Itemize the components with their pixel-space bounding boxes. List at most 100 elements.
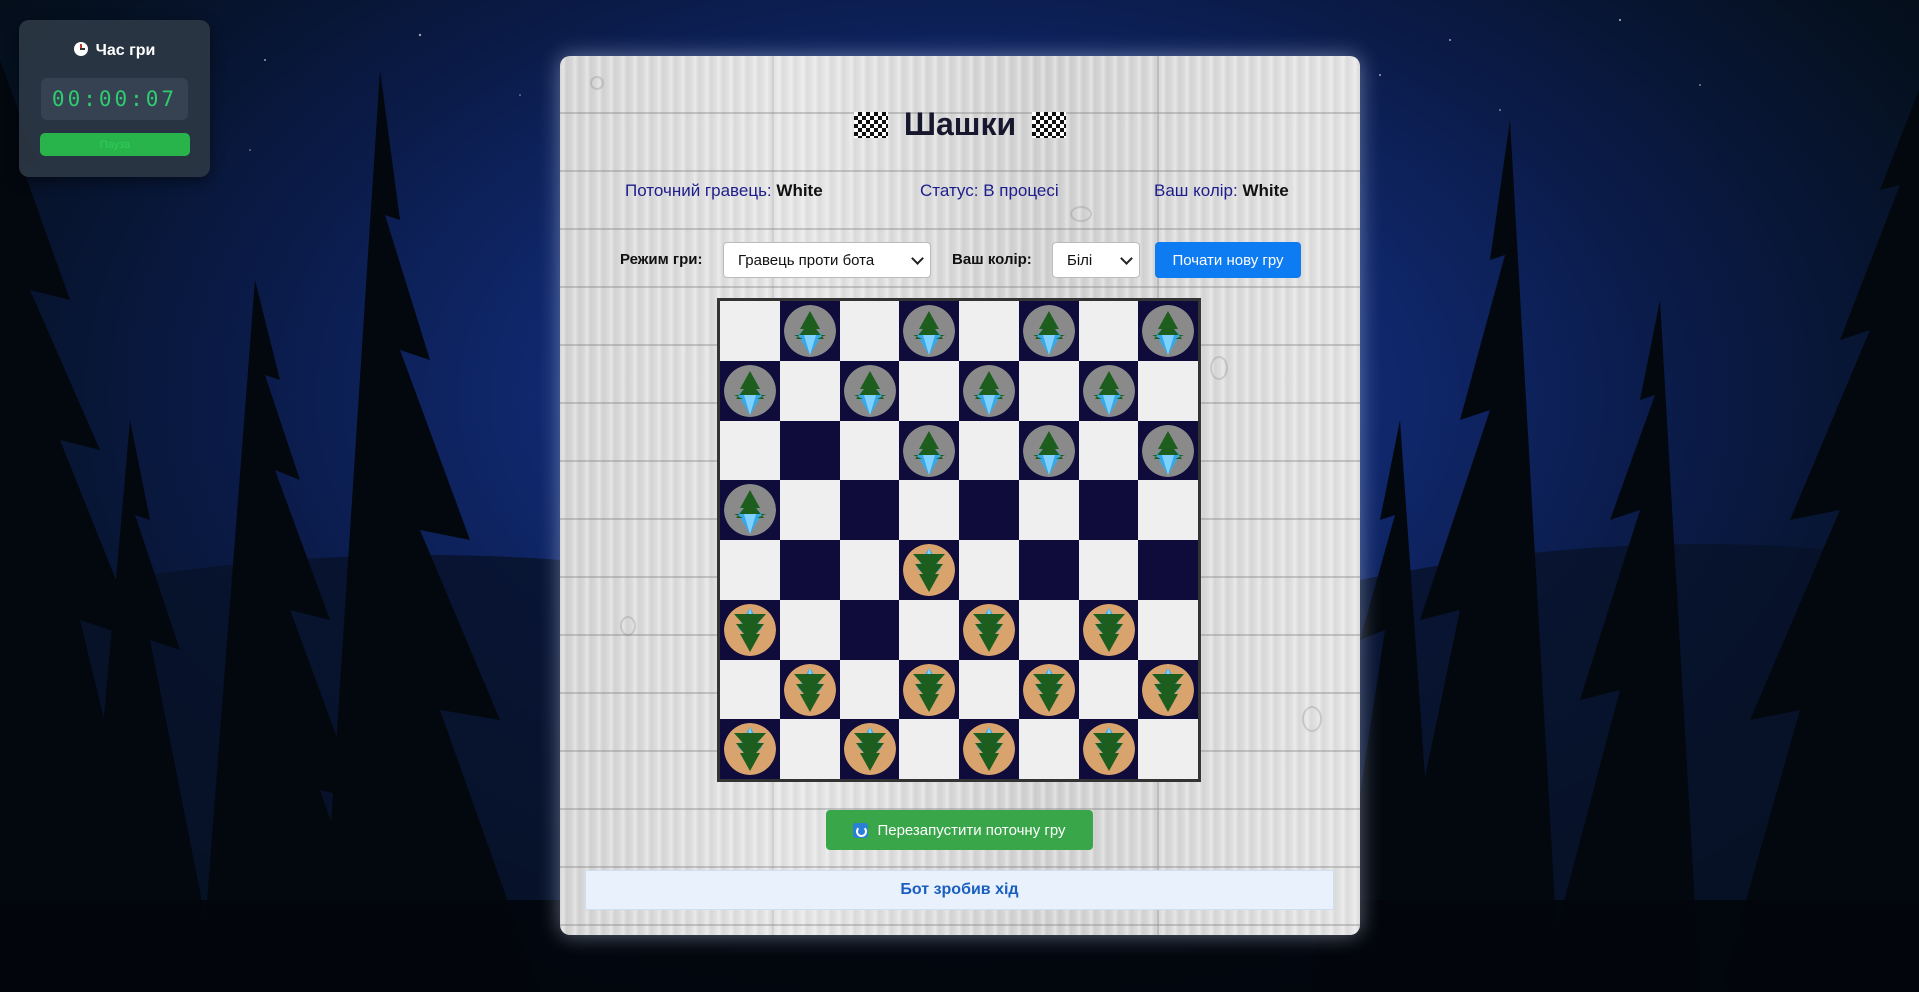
board-cell[interactable] (1078, 599, 1139, 660)
grey-checker-piece[interactable] (724, 484, 776, 537)
board-cell[interactable] (720, 540, 780, 600)
board-cell[interactable] (1078, 659, 1139, 720)
grey-checker-piece[interactable] (783, 305, 836, 357)
current-player-info: Поточний гравець: White (625, 181, 823, 201)
board-cell[interactable] (839, 719, 900, 779)
board-cell[interactable] (839, 480, 900, 540)
board-cell[interactable] (899, 719, 959, 779)
orange-checker-piece[interactable] (963, 723, 1015, 776)
board-cell[interactable] (720, 659, 780, 720)
board-cell[interactable] (779, 659, 840, 720)
board-cell[interactable] (779, 420, 840, 481)
board-cell[interactable] (779, 719, 840, 779)
orange-checker-piece[interactable] (903, 544, 956, 596)
board-cell[interactable] (839, 301, 900, 361)
board-cell[interactable] (720, 719, 780, 779)
current-player-value: White (776, 181, 823, 200)
board-cell[interactable] (1018, 420, 1079, 481)
orange-checker-piece[interactable] (724, 723, 776, 776)
board-cell[interactable] (779, 360, 840, 421)
board-cell[interactable] (1138, 480, 1198, 540)
board-cell[interactable] (1138, 301, 1198, 361)
restart-game-button[interactable]: Перезапустити поточну гру (826, 810, 1093, 850)
orange-checker-piece[interactable] (783, 663, 836, 716)
grey-checker-piece[interactable] (1022, 305, 1075, 357)
board-cell[interactable] (839, 540, 900, 600)
board-cell[interactable] (899, 659, 959, 720)
board-cell[interactable] (839, 360, 900, 421)
orange-checker-piece[interactable] (1082, 723, 1135, 776)
board-cell[interactable] (1018, 480, 1079, 540)
game-controls: Режим гри: Гравець проти бота Ваш колір:… (560, 242, 1360, 278)
grey-checker-piece[interactable] (963, 364, 1015, 417)
board-cell[interactable] (720, 360, 780, 421)
grey-checker-piece[interactable] (1082, 364, 1135, 417)
orange-checker-piece[interactable] (903, 663, 956, 716)
board-cell[interactable] (1078, 420, 1139, 481)
mode-select-value: Гравець проти бота (738, 251, 875, 269)
board-cell[interactable] (1138, 599, 1198, 660)
board-cell[interactable] (899, 599, 959, 660)
board-cell[interactable] (720, 301, 780, 361)
orange-checker-piece[interactable] (843, 723, 896, 776)
board-cell[interactable] (1018, 540, 1079, 600)
orange-checker-piece[interactable] (724, 603, 776, 656)
timer-pause-button[interactable]: Пауза (40, 133, 190, 156)
board-cell[interactable] (959, 719, 1019, 779)
orange-checker-piece[interactable] (1142, 663, 1195, 716)
board-cell[interactable] (720, 599, 780, 660)
board-cell[interactable] (1138, 719, 1198, 779)
board-cell[interactable] (1078, 301, 1139, 361)
grey-checker-piece[interactable] (843, 364, 896, 417)
mode-select[interactable]: Гравець проти бота (723, 242, 931, 278)
board-cell[interactable] (779, 540, 840, 600)
grey-checker-piece[interactable] (903, 424, 956, 477)
board-cell[interactable] (899, 540, 959, 600)
board-cell[interactable] (1138, 659, 1198, 720)
grey-checker-piece[interactable] (1142, 424, 1195, 477)
board-cell[interactable] (899, 301, 959, 361)
board-cell[interactable] (779, 480, 840, 540)
board-cell[interactable] (1138, 420, 1198, 481)
board-cell[interactable] (959, 659, 1019, 720)
board-cell[interactable] (720, 480, 780, 540)
board-cell[interactable] (899, 360, 959, 421)
grey-checker-piece[interactable] (903, 305, 956, 357)
grey-checker-piece[interactable] (1142, 305, 1195, 357)
board-cell[interactable] (720, 420, 780, 481)
color-select-value: Білі (1067, 251, 1093, 269)
board-cell[interactable] (1018, 659, 1079, 720)
orange-checker-piece[interactable] (1022, 663, 1075, 716)
board-cell[interactable] (839, 420, 900, 481)
board-cell[interactable] (1018, 360, 1079, 421)
board-cell[interactable] (839, 599, 900, 660)
board-cell[interactable] (1078, 480, 1139, 540)
color-select[interactable]: Білі (1052, 242, 1140, 278)
board-cell[interactable] (1138, 360, 1198, 421)
board-cell[interactable] (1138, 540, 1198, 600)
board-cell[interactable] (1078, 540, 1139, 600)
board-cell[interactable] (899, 480, 959, 540)
board-cell[interactable] (1018, 599, 1079, 660)
board-cell[interactable] (1018, 301, 1079, 361)
grey-checker-piece[interactable] (1022, 424, 1075, 477)
orange-checker-piece[interactable] (963, 603, 1015, 656)
board-cell[interactable] (839, 659, 900, 720)
board-cell[interactable] (959, 599, 1019, 660)
new-game-button[interactable]: Почати нову гру (1155, 242, 1301, 278)
board-cell[interactable] (1078, 719, 1139, 779)
board-cell[interactable] (779, 599, 840, 660)
board-cell[interactable] (959, 420, 1019, 481)
board-cell[interactable] (959, 540, 1019, 600)
board-cell[interactable] (899, 420, 959, 481)
orange-checker-piece[interactable] (1082, 603, 1135, 656)
checkered-flag-icon (1032, 112, 1067, 138)
board-cell[interactable] (1018, 719, 1079, 779)
board-cell[interactable] (959, 301, 1019, 361)
board-cell[interactable] (1078, 360, 1139, 421)
board-cell[interactable] (779, 301, 840, 361)
restart-game-label: Перезапустити поточну гру (877, 821, 1066, 839)
board-cell[interactable] (959, 480, 1019, 540)
grey-checker-piece[interactable] (724, 364, 776, 417)
board-cell[interactable] (959, 360, 1019, 421)
